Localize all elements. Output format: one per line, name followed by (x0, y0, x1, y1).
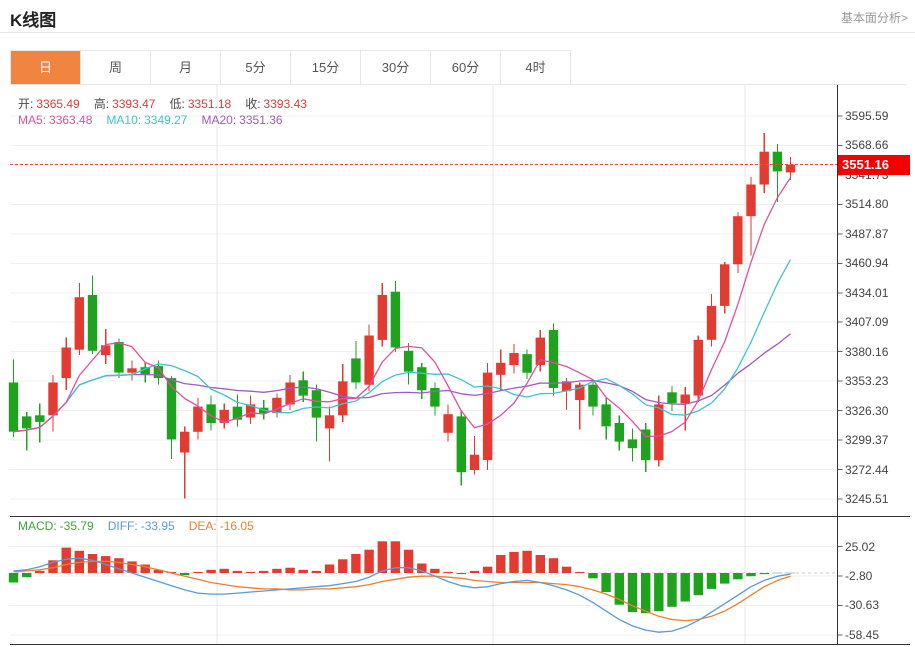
price-axis-label: 3568.66 (845, 138, 888, 152)
kline-page: K线图 基本面分析> 日周月5分15分30分60分4时 开:3365.49高:3… (0, 0, 915, 647)
macd-axis-label: 25.02 (845, 540, 875, 554)
macd-axis-label: -30.63 (845, 598, 879, 612)
indicator-value: -35.79 (60, 519, 94, 533)
indicator-value: -16.05 (220, 519, 254, 533)
indicator-label: 收: (245, 97, 260, 111)
indicator-value: 3365.49 (36, 97, 79, 111)
indicator-label: DEA: (189, 519, 217, 533)
indicator-value: 3393.43 (264, 97, 307, 111)
indicator-label: MACD: (18, 519, 57, 533)
price-axis-label: 3487.87 (845, 227, 888, 241)
price-axis-label: 3299.37 (845, 433, 888, 447)
indicator-value: 3393.47 (112, 97, 155, 111)
ma-row: MA5:3363.48 MA10:3349.27 MA20:3351.36 (18, 113, 297, 127)
indicator-label: MA10: (106, 113, 141, 127)
current-price-badge: 3551.16 (838, 155, 910, 175)
price-axis-label: 3595.59 (845, 109, 888, 123)
price-axis-label: 3407.09 (845, 315, 888, 329)
price-axis-label: 3514.80 (845, 197, 888, 211)
indicator-label: 开: (18, 97, 33, 111)
indicator-value: 3349.27 (144, 113, 187, 127)
indicator-label: 高: (94, 97, 109, 111)
price-axis-label: 3434.01 (845, 286, 888, 300)
price-axis-label: 3380.16 (845, 345, 888, 359)
price-axis-label: 3272.44 (845, 463, 888, 477)
indicator-value: -33.95 (141, 519, 175, 533)
price-axis-label: 3326.30 (845, 404, 888, 418)
macd-indicator-row: MACD:-35.79 DIFF:-33.95 DEA:-16.05 (18, 519, 268, 533)
ohlc-row: 开:3365.49 高:3393.47 低: 3351.18 收: 3393.43 (18, 95, 321, 112)
indicator-value: 3351.36 (239, 113, 282, 127)
price-axis-label: 3353.23 (845, 374, 888, 388)
indicator-label: DIFF: (108, 519, 138, 533)
price-axis-label: 3245.51 (845, 492, 888, 506)
indicator-value: 3363.48 (49, 113, 92, 127)
indicator-label: MA20: (201, 113, 236, 127)
indicator-value: 3351.18 (188, 97, 231, 111)
indicator-label: MA5: (18, 113, 46, 127)
kline-chart[interactable]: 开:3365.49 高:3393.47 低: 3351.18 收: 3393.43 MA5… (0, 85, 915, 647)
price-axis-label: 3460.94 (845, 256, 888, 270)
macd-axis-label: -2.80 (845, 569, 872, 583)
indicator-label: 低: (169, 97, 184, 111)
macd-axis-label: -58.45 (845, 628, 879, 642)
